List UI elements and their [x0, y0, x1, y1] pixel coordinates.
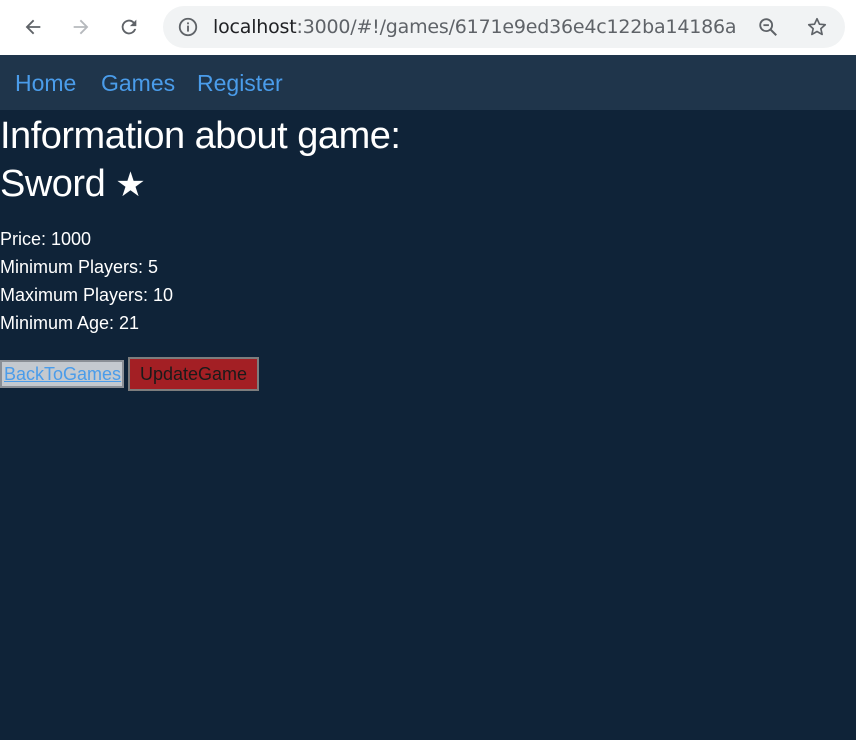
browser-toolbar: localhost:3000/#!/games/6171e9ed36e4c122… — [0, 0, 856, 55]
game-max-players: Maximum Players: 10 — [0, 285, 174, 305]
app-navbar: Home Games Register — [0, 55, 856, 110]
nav-link-register[interactable]: Register — [197, 69, 283, 97]
info-icon[interactable] — [177, 16, 199, 38]
url-path: :3000/#!/games/6171e9ed36e4c122ba14186a — [296, 16, 737, 38]
back-to-games-button[interactable]: BackToGames — [0, 360, 124, 388]
back-arrow-icon[interactable] — [17, 11, 49, 43]
star-icon: ★ — [115, 166, 146, 204]
page-title: Information about game: Sword ★ — [0, 112, 401, 209]
address-bar[interactable]: localhost:3000/#!/games/6171e9ed36e4c122… — [163, 6, 845, 48]
game-name: Sword — [0, 163, 106, 205]
url-text[interactable]: localhost:3000/#!/games/6171e9ed36e4c122… — [213, 16, 737, 38]
forward-arrow-icon[interactable] — [65, 11, 97, 43]
game-min-age: Minimum Age: 21 — [0, 313, 140, 333]
url-host: localhost — [213, 16, 297, 38]
update-game-button[interactable]: UpdateGame — [128, 357, 259, 391]
nav-link-games[interactable]: Games — [101, 69, 175, 97]
bookmark-star-icon[interactable] — [805, 15, 829, 39]
nav-link-home[interactable]: Home — [15, 69, 76, 97]
reload-icon[interactable] — [113, 11, 145, 43]
title-heading: Information about game: — [0, 115, 401, 157]
zoom-icon[interactable] — [756, 15, 780, 39]
game-price: Price: 1000 — [0, 229, 92, 249]
game-min-players: Minimum Players: 5 — [0, 257, 159, 277]
